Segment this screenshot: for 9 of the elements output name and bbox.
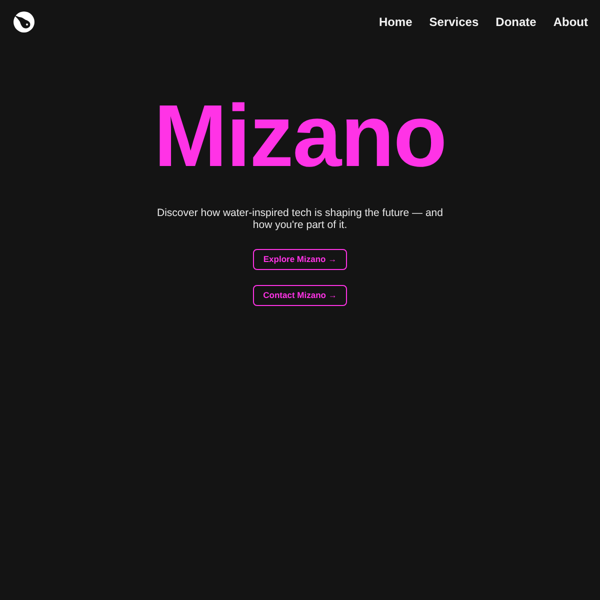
nav-link[interactable]: Donate [496,13,536,31]
hero-subtitle: Discover how water-inspired tech is shaping the future — and how you're part of it. [156,207,444,231]
cta-button[interactable]: Explore Mizano → [253,249,347,270]
nav-link[interactable]: About [553,13,588,31]
cta-button[interactable]: Contact Mizano → [253,285,347,306]
nav-link[interactable]: Home [378,13,412,31]
hero-title: Mizano [154,92,446,180]
nav-link[interactable]: Services [429,13,479,31]
logo-icon[interactable] [12,10,36,34]
